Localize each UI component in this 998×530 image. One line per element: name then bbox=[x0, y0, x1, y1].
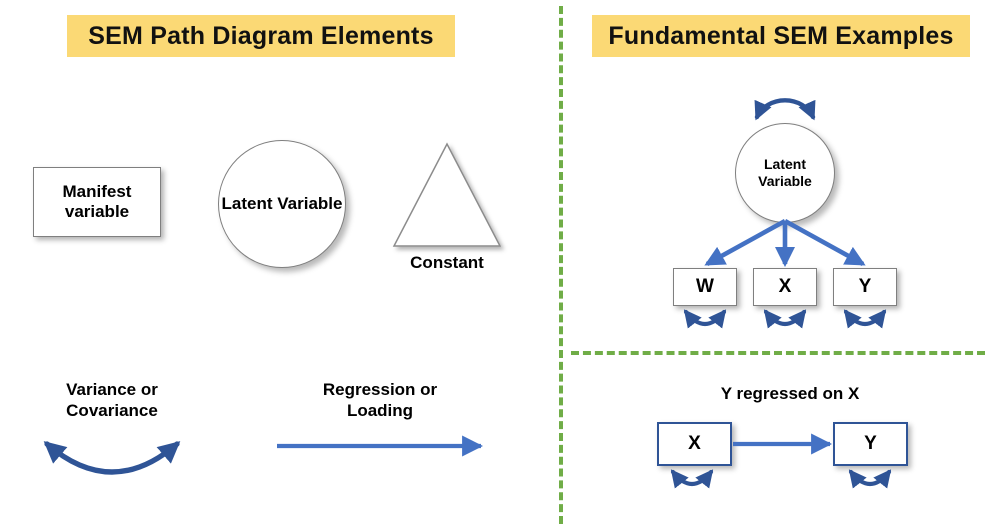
residual-variance-arrow-x bbox=[763, 309, 807, 329]
regression-loading-label: Regression or Loading bbox=[322, 380, 438, 421]
indicator-box-w: W bbox=[673, 268, 737, 306]
variance-covariance-label: Variance or Covariance bbox=[66, 380, 158, 421]
variance-covariance-arrow bbox=[43, 441, 181, 475]
right-panel-title: Fundamental SEM Examples bbox=[592, 15, 970, 57]
loading-arrow-to-y bbox=[783, 218, 866, 267]
left-panel-title: SEM Path Diagram Elements bbox=[67, 15, 455, 57]
variance-arrow-regression-y bbox=[848, 469, 892, 489]
vertical-dashed-divider bbox=[559, 6, 563, 524]
slide-canvas: SEM Path Diagram Elements Fundamental SE… bbox=[0, 0, 998, 530]
manifest-variable-rectangle: Manifest variable bbox=[33, 167, 161, 237]
indicator-box-y: Y bbox=[833, 268, 897, 306]
regression-example-caption: Y regressed on X bbox=[720, 384, 860, 403]
variance-arrow-regression-x bbox=[670, 469, 714, 489]
constant-label: Constant bbox=[410, 253, 484, 272]
latent-variable-circle: Latent Variable bbox=[218, 140, 346, 268]
residual-variance-arrow-y bbox=[843, 309, 887, 329]
horizontal-dashed-divider bbox=[571, 351, 985, 355]
residual-variance-arrow-w bbox=[683, 309, 727, 329]
triangle-constant-shape bbox=[392, 142, 502, 247]
regression-box-x: X bbox=[657, 422, 732, 466]
latent-self-loop-variance-arrow bbox=[754, 98, 816, 121]
loading-arrow-to-w bbox=[704, 218, 787, 267]
example-latent-variable-circle: Latent Variable bbox=[735, 123, 835, 223]
indicator-box-x: X bbox=[753, 268, 817, 306]
regression-box-y: Y bbox=[833, 422, 908, 466]
